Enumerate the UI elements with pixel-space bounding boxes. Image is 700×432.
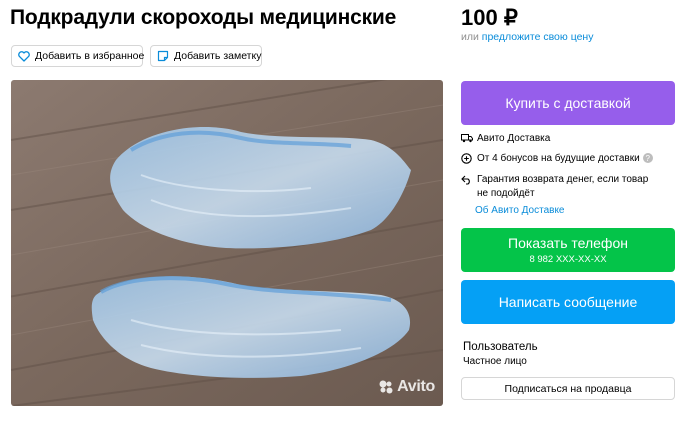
price: 100 ₽ [461, 5, 518, 30]
heart-icon [18, 50, 30, 62]
price-offer-prefix: или [461, 31, 479, 43]
add-note-label: Добавить заметку [174, 50, 262, 62]
avito-logo-icon [379, 380, 393, 394]
write-message-label: Написать сообщение [498, 294, 638, 310]
truck-icon [461, 134, 473, 143]
help-icon[interactable]: ? [642, 153, 653, 163]
guarantee-info-item: Гарантия возврата денег, если товар не п… [461, 173, 648, 200]
delivery-info-text: Авито Доставка [477, 133, 551, 144]
add-note-button[interactable]: Добавить заметку [150, 45, 262, 67]
listing-photo[interactable]: Avito [11, 80, 443, 406]
avito-watermark: Avito [378, 378, 435, 396]
delivery-info-item: Авито Доставка [461, 133, 550, 144]
about-avito-delivery-link[interactable]: Об Авито Доставке [475, 205, 565, 216]
guarantee-line-2: не подойдёт [477, 187, 535, 199]
add-to-favorites-button[interactable]: Добавить в избранное [11, 45, 145, 67]
bonus-info-item: От 4 бонусов на будущие доставки ? [461, 153, 653, 164]
phone-number: 8 982 XXX-XX-XX [529, 254, 607, 265]
return-icon [461, 175, 470, 185]
show-phone-button[interactable]: Показать телефон 8 982 XXX-XX-XX [461, 228, 675, 272]
buy-with-delivery-label: Купить с доставкой [505, 95, 631, 111]
seller-type: Частное лицо [463, 356, 527, 367]
bonus-info-text: От 4 бонусов на будущие доставки [477, 153, 640, 164]
bonus-icon [461, 153, 472, 164]
show-phone-label: Показать телефон [508, 235, 628, 251]
subscribe-seller-button[interactable]: Подписаться на продавца [461, 377, 675, 400]
note-icon [157, 50, 169, 62]
guarantee-line-1: Гарантия возврата денег, если товар [477, 174, 649, 185]
propose-price-link[interactable]: предложите свою цену [482, 31, 594, 43]
seller-role[interactable]: Пользователь [463, 341, 538, 353]
shoe-covers-image [11, 80, 443, 406]
listing-title: Подкрадули скороходы медицинские [10, 6, 397, 29]
avito-watermark-text: Avito [397, 378, 435, 395]
buy-with-delivery-button[interactable]: Купить с доставкой [461, 81, 675, 125]
price-offer: или предложите свою цену [461, 31, 593, 43]
write-message-button[interactable]: Написать сообщение [461, 280, 675, 324]
add-to-favorites-label: Добавить в избранное [35, 50, 145, 62]
subscribe-seller-label: Подписаться на продавца [504, 382, 632, 395]
